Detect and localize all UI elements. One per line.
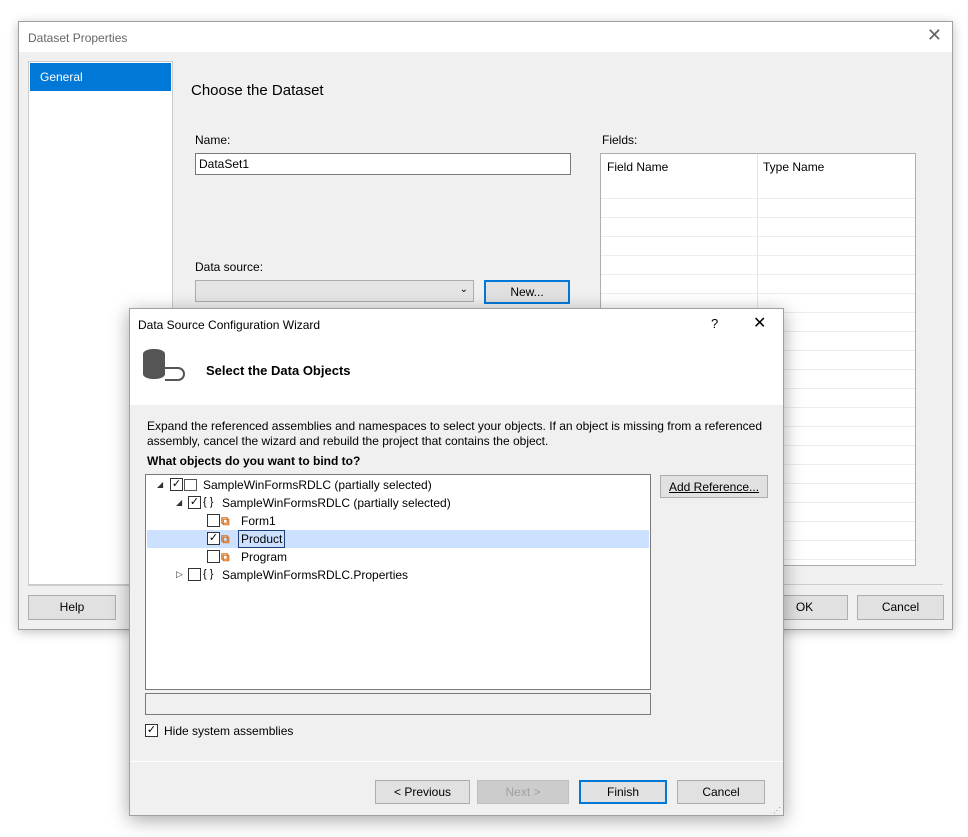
title-bar: Dataset Properties ✕ xyxy=(19,22,952,52)
namespace-icon: { } xyxy=(203,496,214,508)
sidebar-item-general[interactable]: General xyxy=(30,63,171,91)
tree-item-label: SampleWinFormsRDLC (partially selected) xyxy=(203,478,432,492)
finish-button[interactable]: Finish xyxy=(579,780,667,804)
tree-item-properties[interactable]: ▷ { } SampleWinFormsRDLC.Properties xyxy=(147,566,649,584)
divider xyxy=(130,761,783,762)
status-box xyxy=(145,693,651,715)
datasource-combo[interactable]: ⌄ xyxy=(195,280,474,302)
checkbox[interactable]: ✓ xyxy=(188,496,201,509)
collapsed-arrow-icon[interactable]: ▷ xyxy=(176,569,183,580)
tree-item-assembly[interactable]: ◢ ✓ SampleWinFormsRDLC (partially select… xyxy=(147,476,649,494)
tree-item-label: Product xyxy=(238,530,286,548)
checkbox[interactable] xyxy=(188,568,201,581)
checkbox[interactable]: ✓ xyxy=(207,532,220,545)
tree-item-namespace[interactable]: ◢ ✓ { } SampleWinFormsRDLC (partially se… xyxy=(147,494,649,512)
cancel-button[interactable]: Cancel xyxy=(677,780,765,804)
name-label: Name: xyxy=(195,133,231,147)
question-label: What objects do you want to bind to? xyxy=(147,454,361,468)
wizard-title: Data Source Configuration Wizard xyxy=(138,318,321,332)
add-reference-button[interactable]: Add Reference... xyxy=(660,475,768,498)
data-source-wizard: Data Source Configuration Wizard ? ✕ Sel… xyxy=(129,308,784,816)
checkbox[interactable] xyxy=(207,550,220,563)
tree-item-label: Form1 xyxy=(241,514,276,528)
checkbox[interactable] xyxy=(207,514,220,527)
tree-item-program[interactable]: ⧉ Program xyxy=(147,548,649,566)
class-icon: ⧉ xyxy=(221,532,230,546)
fields-label: Fields: xyxy=(602,133,638,147)
wizard-description: Expand the referenced assemblies and nam… xyxy=(147,419,762,448)
class-icon: ⧉ xyxy=(221,514,230,528)
chevron-down-icon: ⌄ xyxy=(459,284,468,295)
database-icon xyxy=(143,349,165,379)
objects-tree[interactable]: ◢ ✓ SampleWinFormsRDLC (partially select… xyxy=(145,474,651,690)
wizard-heading: Select the Data Objects xyxy=(206,363,351,378)
namespace-icon: { } xyxy=(203,568,214,580)
class-icon: ⧉ xyxy=(221,550,230,564)
page-heading: Choose the Dataset xyxy=(191,82,324,99)
new-button[interactable]: New... xyxy=(484,280,570,304)
expanded-arrow-icon[interactable]: ◢ xyxy=(157,480,163,489)
add-reference-label: Add Reference... xyxy=(668,480,760,494)
grid-row-line xyxy=(601,198,915,199)
next-button: Next > xyxy=(477,780,569,804)
grid-row-line xyxy=(601,236,915,237)
plug-icon xyxy=(165,367,185,381)
checkbox[interactable]: ✓ xyxy=(170,478,183,491)
grid-row-line xyxy=(601,274,915,275)
help-icon[interactable]: ? xyxy=(711,316,718,331)
wizard-header: Data Source Configuration Wizard ? ✕ Sel… xyxy=(130,309,783,405)
expanded-arrow-icon[interactable]: ◢ xyxy=(176,498,182,507)
tree-item-form1[interactable]: ⧉ Form1 xyxy=(147,512,649,530)
hide-system-assemblies-checkbox[interactable]: ✓ xyxy=(145,724,158,737)
tree-item-label: SampleWinFormsRDLC (partially selected) xyxy=(222,496,451,510)
close-icon[interactable]: ✕ xyxy=(753,313,766,333)
help-button[interactable]: Help xyxy=(28,595,116,620)
grid-row-line xyxy=(601,217,915,218)
grid-row-line xyxy=(601,255,915,256)
datasource-label: Data source: xyxy=(195,260,264,274)
hide-system-assemblies-label[interactable]: Hide system assemblies xyxy=(164,724,293,738)
cancel-button[interactable]: Cancel xyxy=(857,595,944,620)
name-input[interactable]: DataSet1 xyxy=(195,153,571,175)
tree-item-label: Program xyxy=(241,550,288,564)
previous-button[interactable]: < Previous xyxy=(375,780,470,804)
dialog-title: Dataset Properties xyxy=(28,31,128,45)
tree-item-label: SampleWinFormsRDLC.Properties xyxy=(222,568,409,582)
grid-row-line xyxy=(601,293,915,294)
resize-grip-icon[interactable]: ⋰ xyxy=(773,806,781,815)
assembly-icon xyxy=(184,479,197,491)
close-icon[interactable]: ✕ xyxy=(927,25,942,46)
tree-item-product[interactable]: ✓ ⧉ Product xyxy=(147,530,649,548)
column-header-type-name[interactable]: Type Name xyxy=(763,160,824,174)
column-header-field-name[interactable]: Field Name xyxy=(607,160,668,174)
